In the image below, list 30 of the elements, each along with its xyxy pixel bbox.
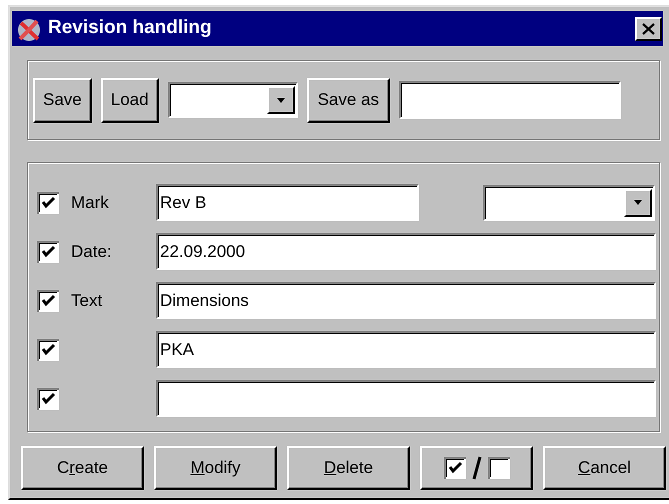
checked-box-icon <box>444 457 466 479</box>
checkbox[interactable] <box>37 388 59 410</box>
save-button[interactable]: Save <box>33 78 92 122</box>
load-button[interactable]: Load <box>100 78 159 122</box>
text-field[interactable] <box>156 380 656 417</box>
delete-button[interactable]: Delete <box>287 446 410 490</box>
window-title: Revision handling <box>48 16 212 40</box>
text-field[interactable]: Dimensions <box>156 282 656 319</box>
text-field[interactable]: 22.09.2000 <box>156 233 656 270</box>
text-field[interactable]: Rev B <box>156 184 419 221</box>
field-label: Text <box>71 290 102 312</box>
close-button[interactable] <box>635 16 662 40</box>
dropdown[interactable] <box>168 82 298 118</box>
modify-button[interactable]: Modify <box>154 446 277 490</box>
close-icon <box>642 22 655 34</box>
empty-box-icon <box>488 457 510 479</box>
checkbox[interactable] <box>37 338 59 360</box>
field-label: Date: <box>71 240 112 263</box>
dropdown[interactable] <box>483 184 655 220</box>
create-button[interactable]: Create <box>21 446 144 490</box>
slash-icon <box>472 456 482 480</box>
save-as-button[interactable]: Save as <box>306 78 390 122</box>
cancel-button[interactable]: Cancel <box>543 446 666 490</box>
checkbox[interactable] <box>37 290 59 312</box>
file-name-field[interactable] <box>399 81 622 119</box>
text-field[interactable]: PKA <box>156 331 656 368</box>
check-all-toggle-button[interactable] <box>420 446 533 490</box>
field-label: Mark <box>71 192 109 214</box>
checkbox[interactable] <box>37 240 59 262</box>
checkbox[interactable] <box>37 192 59 214</box>
